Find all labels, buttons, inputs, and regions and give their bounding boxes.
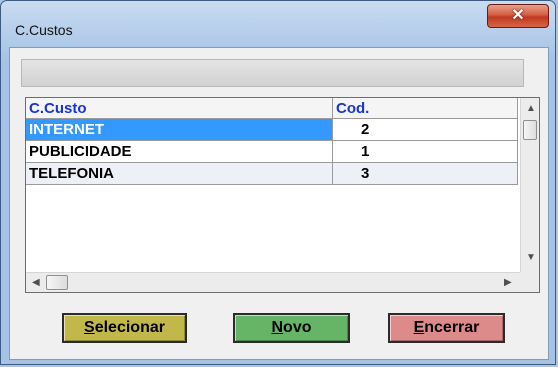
column-header-c-custo[interactable]: C.Custo — [26, 98, 333, 119]
encerrar-label: ncerrar — [424, 319, 480, 336]
cost-center-name-cell[interactable]: PUBLICIDADE — [26, 141, 333, 163]
table-row[interactable]: INTERNET 2 — [26, 119, 518, 141]
cost-center-name-cell[interactable]: INTERNET — [26, 119, 333, 141]
table-row[interactable]: TELEFONIA 3 — [26, 163, 518, 185]
vertical-scrollbar[interactable]: ▲ ▼ — [520, 98, 539, 272]
horizontal-scroll-thumb[interactable] — [46, 275, 68, 290]
scrollbar-corner — [520, 272, 539, 292]
selecionar-label: elecionar — [94, 319, 165, 336]
cost-center-code-cell[interactable]: 1 — [333, 141, 518, 163]
encerrar-button[interactable]: Encerrar — [388, 313, 505, 343]
client-area: C.Custo Cod. INTERNET 2 PUBLICIDADE 1 TE… — [9, 47, 549, 360]
table-row[interactable]: PUBLICIDADE 1 — [26, 141, 518, 163]
scroll-down-icon[interactable]: ▼ — [526, 253, 536, 263]
close-icon: ✕ — [511, 7, 525, 24]
novo-mnemonic: N — [271, 319, 284, 336]
selecionar-mnemonic: S — [84, 319, 95, 336]
top-panel — [21, 59, 524, 87]
novo-label: ovo — [283, 319, 312, 336]
cost-center-grid[interactable]: C.Custo Cod. INTERNET 2 PUBLICIDADE 1 TE… — [25, 97, 540, 293]
scroll-up-icon[interactable]: ▲ — [526, 104, 536, 114]
novo-button[interactable]: Novo — [233, 313, 350, 343]
horizontal-scrollbar[interactable]: ◀ ▶ — [26, 272, 520, 292]
cost-center-name-cell[interactable]: TELEFONIA — [26, 163, 333, 185]
window-title: C.Custos — [15, 22, 73, 38]
selecionar-button[interactable]: Selecionar — [62, 313, 187, 343]
column-header-cod[interactable]: Cod. — [333, 98, 518, 119]
close-button[interactable]: ✕ — [487, 4, 549, 28]
vertical-scroll-thumb[interactable] — [523, 120, 537, 140]
scroll-left-icon[interactable]: ◀ — [32, 278, 40, 288]
cost-center-code-cell[interactable]: 2 — [333, 119, 518, 141]
grid-header: C.Custo Cod. — [26, 98, 520, 119]
scroll-right-icon[interactable]: ▶ — [504, 278, 512, 288]
encerrar-mnemonic: E — [413, 319, 425, 336]
title-bar[interactable]: C.Custos ✕ — [1, 1, 555, 51]
cost-center-code-cell[interactable]: 3 — [333, 163, 518, 185]
window: C.Custos ✕ C.Custo Cod. INTERNET 2 PUBLI… — [0, 0, 556, 365]
